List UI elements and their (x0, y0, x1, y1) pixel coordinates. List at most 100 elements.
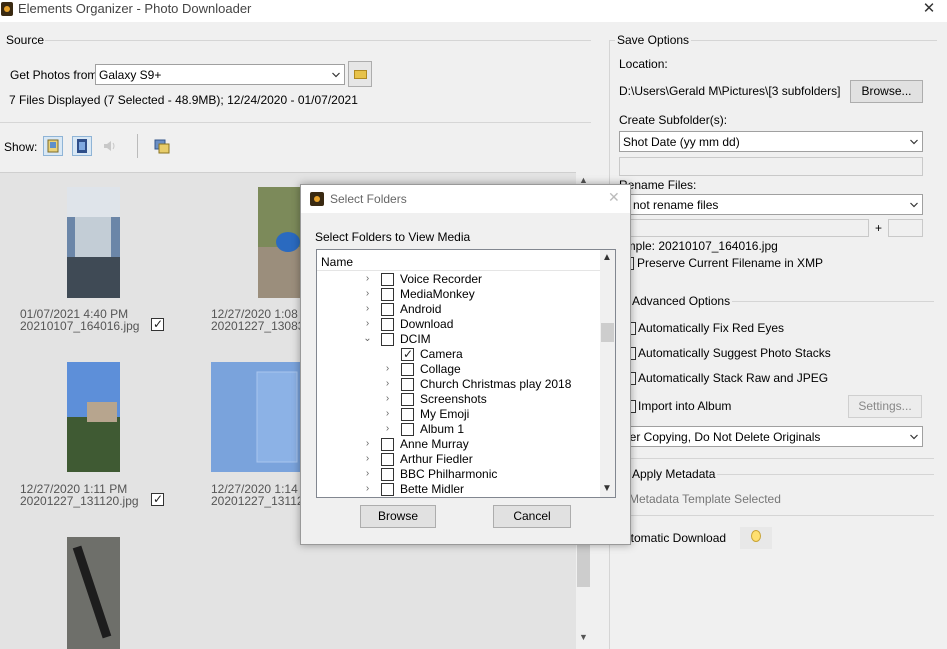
expand-icon[interactable]: › (383, 393, 392, 405)
after-copying-select[interactable]: fter Copying, Do Not Delete Originals (619, 426, 923, 447)
tree-node[interactable]: › Android (317, 302, 600, 317)
folder-checkbox[interactable] (381, 453, 394, 466)
app-icon (1, 2, 13, 16)
tree-node[interactable]: › MediaMonkey (317, 287, 600, 302)
folder-checkbox[interactable] (401, 393, 414, 406)
thumbnail-filename: 20201227_131120.jpg (20, 494, 139, 508)
scrollbar-thumb[interactable] (601, 323, 614, 342)
show-videos-button[interactable] (72, 136, 92, 156)
apply-metadata-legend: Apply Metadata (630, 467, 718, 481)
expand-icon[interactable]: › (363, 468, 372, 480)
tree-node-label: Arthur Fiedler (400, 452, 473, 466)
expand-icon[interactable]: › (363, 453, 372, 465)
tip-button[interactable] (740, 527, 772, 549)
folder-checkbox[interactable] (401, 423, 414, 436)
folder-checkbox[interactable] (401, 378, 414, 391)
tree-node[interactable]: › BBC Philharmonic (317, 467, 600, 482)
show-photos-button[interactable] (43, 136, 63, 156)
title-bar: Elements Organizer - Photo Downloader ✕ (0, 0, 947, 22)
lightbulb-icon (751, 530, 761, 542)
video-thumbnail[interactable] (211, 362, 302, 472)
tree-node[interactable]: › Bette Midler (317, 482, 600, 497)
album-settings-button[interactable]: Settings... (848, 395, 922, 418)
thumbnail-image[interactable] (67, 362, 120, 472)
tree-node[interactable]: › Album 1 (317, 422, 600, 437)
show-audio-button[interactable] (100, 136, 120, 156)
speaker-icon (104, 141, 115, 151)
close-icon[interactable]: ✕ (921, 0, 937, 18)
thumbnail-checkbox[interactable]: ✓ (151, 318, 164, 331)
expand-icon[interactable]: › (363, 483, 372, 495)
rename-example: ample: 20210107_164016.jpg (619, 239, 778, 253)
expand-icon[interactable]: › (363, 273, 372, 285)
tree-node[interactable]: › Anne Murray (317, 437, 600, 452)
folder-tree[interactable]: Name › Voice Recorder › MediaMonkey › Android… (316, 249, 616, 498)
thumbnail-filename: 20210107_164016.jpg (20, 319, 140, 333)
dialog-cancel-button[interactable]: Cancel (493, 505, 571, 528)
fix-red-eyes-label: Automatically Fix Red Eyes (638, 321, 785, 335)
tree-node-label: Android (400, 302, 442, 316)
rename-select-value: o not rename files (623, 198, 719, 212)
folder-checkbox[interactable] (381, 273, 394, 286)
tree-node[interactable]: › My Emoji (317, 407, 600, 422)
chevron-down-icon (910, 202, 918, 208)
tree-node-label: My Emoji (420, 407, 470, 421)
folder-checkbox[interactable] (401, 408, 414, 421)
thumbnail-image[interactable] (67, 187, 120, 298)
tree-node-label: BBC Philharmonic (400, 467, 498, 481)
folder-checkbox[interactable] (381, 303, 394, 316)
folder-checkbox[interactable]: ✓ (401, 348, 414, 361)
subfolder-select[interactable]: Shot Date (yy mm dd) (619, 131, 923, 152)
tree-scrollbar[interactable]: ▲ ▼ (600, 250, 615, 497)
dialog-title-bar: Select Folders ✕ (301, 185, 630, 213)
chevron-up-icon[interactable]: ▲ (602, 252, 612, 263)
tree-node[interactable]: ⌄ DCIM (317, 332, 600, 347)
tree-node[interactable]: › Church Christmas play 2018 (317, 377, 600, 392)
tree-node[interactable]: › Arthur Fiedler (317, 452, 600, 467)
tree-node[interactable]: › Download (317, 317, 600, 332)
folder-checkbox[interactable] (381, 288, 394, 301)
source-bottom-divider (0, 122, 591, 123)
thumbnail-checkbox[interactable]: ✓ (151, 493, 164, 506)
folder-checkbox[interactable] (401, 363, 414, 376)
open-folder-button[interactable] (348, 61, 372, 87)
folder-checkbox[interactable] (381, 333, 394, 346)
select-folders-dialog: Select Folders ✕ Select Folders to View … (300, 184, 631, 545)
rename-select[interactable]: o not rename files (619, 194, 923, 215)
rename-number-input[interactable] (888, 219, 923, 237)
folder-checkbox[interactable] (381, 318, 394, 331)
thumbnail-image[interactable] (258, 187, 302, 298)
thumbnail-image[interactable] (67, 537, 120, 649)
tree-node-label: Screenshots (420, 392, 487, 406)
expand-icon[interactable]: › (363, 303, 372, 315)
folder-checkbox[interactable] (381, 483, 394, 496)
folder-checkbox[interactable] (381, 468, 394, 481)
location-value: D:\Users\Gerald M\Pictures\[3 subfolders… (619, 84, 841, 98)
device-select[interactable]: Galaxy S9+ (95, 64, 345, 85)
scroll-down-icon[interactable]: ▼ (579, 632, 588, 642)
expand-icon[interactable]: › (363, 318, 372, 330)
tree-node[interactable]: ✓ Camera (317, 347, 600, 362)
suggest-stacks-label: Automatically Suggest Photo Stacks (638, 346, 831, 360)
checkmark-icon: ✓ (153, 317, 164, 331)
tree-node[interactable]: › Collage (317, 362, 600, 377)
browse-button[interactable]: Browse... (850, 80, 923, 103)
rename-text-input[interactable] (619, 219, 869, 237)
folder-checkbox[interactable] (381, 438, 394, 451)
expand-icon[interactable]: › (383, 378, 392, 390)
folder-icon (354, 70, 367, 79)
expand-icon[interactable]: › (383, 363, 392, 375)
expand-icon[interactable]: › (363, 438, 372, 450)
close-icon[interactable]: ✕ (608, 189, 620, 206)
chevron-down-icon[interactable]: ▼ (602, 483, 612, 494)
expand-icon[interactable]: › (363, 288, 372, 300)
expand-icon[interactable]: › (383, 423, 392, 435)
custom-subfolder-input[interactable] (619, 157, 923, 176)
source-legend: Source (6, 33, 45, 47)
collapse-icon[interactable]: ⌄ (363, 333, 372, 345)
expand-icon[interactable]: › (383, 408, 392, 420)
tree-node[interactable]: › Voice Recorder (317, 272, 600, 287)
tree-node[interactable]: › Screenshots (317, 392, 600, 407)
dialog-browse-button[interactable]: Browse (360, 505, 436, 528)
show-stacks-button[interactable] (152, 136, 172, 156)
